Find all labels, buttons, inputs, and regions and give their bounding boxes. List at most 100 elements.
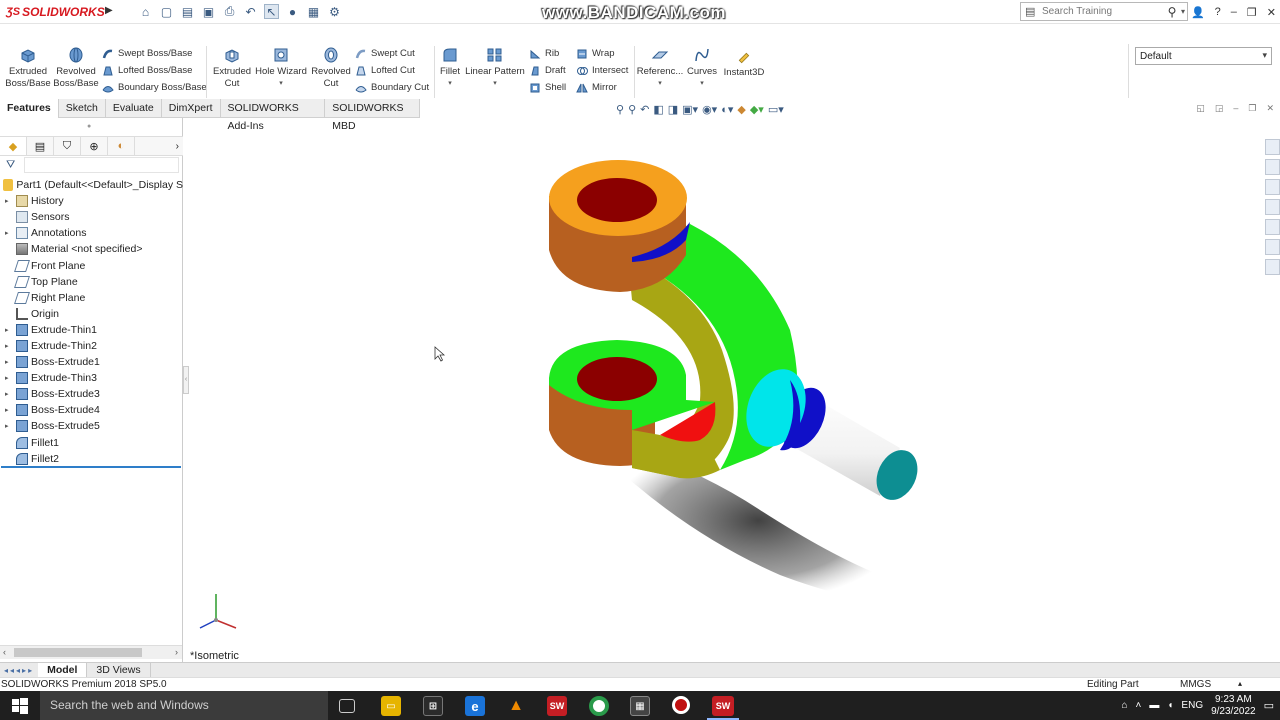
task-pane-forum-icon[interactable] [1265,259,1280,275]
units-chevron-up-icon[interactable]: ▴ [1238,679,1242,688]
tab-sketch[interactable]: Sketch [59,99,106,118]
linear-pattern-button[interactable]: Linear Pattern ▾ [464,46,526,90]
tab-3d-views[interactable]: 3D Views [87,662,151,678]
scenes-icon[interactable]: ◆▾ [750,103,764,116]
select-icon[interactable]: ↖ [264,4,279,19]
tree-item-origin[interactable]: Origin [0,306,183,322]
taskbar-clock[interactable]: 9:23 AM 9/23/2022 [1211,694,1256,718]
tab-model[interactable]: Model [38,662,88,678]
panel-grip-icon[interactable]: ● [87,123,91,130]
close-icon[interactable]: ✕ [1267,6,1276,19]
panel-expand-icon[interactable]: › [176,141,183,152]
draft-button[interactable]: Draft [529,62,566,79]
expand-arrow-icon[interactable]: ▸ [5,229,13,237]
expand-arrow-icon[interactable]: ▸ [5,197,13,205]
tree-item-extrude-thin1[interactable]: ▸ Extrude-Thin1 [0,322,183,338]
task-pane-resources-icon[interactable] [1265,159,1280,175]
user-icon[interactable]: 👤 [1191,6,1205,19]
panel-collapse-handle[interactable]: ‹ [183,366,189,394]
configuration-manager-tab-icon[interactable]: ⛉ [54,137,81,155]
revolved-boss-button[interactable]: Revolved Boss/Base [53,46,99,90]
filter-icon[interactable]: ⛛ [6,159,15,172]
language-indicator[interactable]: ENG [1181,700,1203,711]
linear-pattern-dropdown-icon[interactable]: ▾ [493,78,497,90]
solidworks-active-icon[interactable]: SW [712,696,734,716]
section-view-icon[interactable]: ◧ [653,103,663,116]
tree-item-history[interactable]: ▸ History [0,193,183,209]
tab-nav-icons[interactable]: ◂◂◂▸▸ [0,666,38,675]
tab-dimxpert[interactable]: DimXpert [162,99,221,118]
expand-arrow-icon[interactable]: ▸ [5,390,13,398]
tree-item-material-not-specified[interactable]: Material <not specified> [0,241,183,257]
shell-button[interactable]: Shell [529,79,566,96]
solidworks-app-icon[interactable]: SW [547,696,567,716]
file-explorer-icon[interactable]: ▭ [381,696,401,716]
tree-root-part[interactable]: Part1 (Default<<Default>_Display S [0,177,183,193]
rebuild-icon[interactable]: ● [285,4,300,19]
vlc-icon[interactable]: ▲ [506,696,526,716]
people-icon[interactable]: ⌂ [1121,700,1127,711]
tree-item-sensors[interactable]: Sensors [0,209,183,225]
tree-item-boss-extrude4[interactable]: ▸ Boss-Extrude4 [0,402,183,418]
hole-wizard-button[interactable]: Hole Wizard ▾ [254,46,308,90]
minimize-icon[interactable]: – [1231,6,1237,18]
undo-icon[interactable]: ↶ [243,4,258,19]
tray-chevron-up-icon[interactable]: ˄ [1136,700,1142,711]
doc-restore-icon[interactable]: ❐ [1248,103,1256,114]
expand-arrow-icon[interactable]: ▸ [5,342,13,350]
home-icon[interactable]: ⌂ [138,4,153,19]
expand-arrow-icon[interactable]: ▸ [5,406,13,414]
dynamic-annotation-icon[interactable]: ◨ [668,103,678,116]
swept-boss-button[interactable]: Swept Boss/Base [102,45,207,62]
zoom-area-icon[interactable]: ⚲ [628,103,636,116]
restore-icon[interactable]: ❐ [1247,6,1257,19]
extruded-boss-button[interactable]: Extruded Boss/Base [5,46,51,90]
zoom-to-fit-icon[interactable]: ⚲ [616,103,624,116]
hole-wizard-dropdown-icon[interactable]: ▾ [279,78,283,90]
display-manager-tab-icon[interactable]: ◐ [108,137,135,155]
tree-horizontal-scrollbar[interactable]: ‹ › [0,645,182,659]
open-icon[interactable]: ▤ [180,4,195,19]
task-pane-properties-icon[interactable] [1265,239,1280,255]
new-document-icon[interactable]: ▢ [159,4,174,19]
configuration-dropdown[interactable]: Default ▾ [1135,47,1272,65]
windows-start-icon[interactable] [12,698,28,714]
display-style-icon[interactable]: ◉▾ [702,103,717,116]
fillet-button[interactable]: Fillet ▾ [438,46,462,90]
task-view-icon[interactable] [339,699,355,713]
wrap-button[interactable]: Wrap [576,45,628,62]
fillet-dropdown-icon[interactable]: ▾ [448,78,452,90]
tree-item-boss-extrude3[interactable]: ▸ Boss-Extrude3 [0,386,183,402]
taskbar-search-box[interactable]: Search the web and Windows [40,691,328,720]
tree-item-fillet1[interactable]: Fillet1 [0,435,183,451]
task-pane-appearances-icon[interactable] [1265,219,1280,235]
scroll-thumb[interactable] [14,648,142,657]
property-manager-tab-icon[interactable]: ▤ [27,137,54,155]
curves-button[interactable]: Curves ▾ [685,46,719,90]
boundary-cut-button[interactable]: Boundary Cut [355,79,429,96]
units-selector[interactable]: MMGS [1180,679,1211,690]
tree-item-boss-extrude5[interactable]: ▸ Boss-Extrude5 [0,418,183,434]
tree-item-annotations[interactable]: ▸ Annotations [0,225,183,241]
search-icon[interactable]: ⚲ [1163,5,1181,19]
boundary-boss-button[interactable]: Boundary Boss/Base [102,79,207,96]
tree-item-top-plane[interactable]: Top Plane [0,274,183,290]
revolved-cut-button[interactable]: Revolved Cut [309,46,353,90]
edit-appearance-icon[interactable]: ◆ [737,103,745,116]
rib-button[interactable]: Rib [529,45,566,62]
graphics-viewport[interactable]: *Isometric [184,118,1264,662]
tab-evaluate[interactable]: Evaluate [106,99,162,118]
tree-item-extrude-thin3[interactable]: ▸ Extrude-Thin3 [0,370,183,386]
edge-browser-icon[interactable]: e [465,696,485,716]
tree-item-fillet2[interactable]: Fillet2 [0,451,183,467]
doc-cascade-icon[interactable]: ◲ [1215,103,1224,114]
record-icon[interactable] [672,696,690,714]
print-icon[interactable]: ⎙ [222,4,237,19]
save-icon[interactable]: ▣ [201,4,216,19]
lofted-cut-button[interactable]: Lofted Cut [355,62,429,79]
search-training-input[interactable]: ▤ Search Training ⚲ ▾ [1020,2,1188,21]
options-gear-icon[interactable]: ⚙ [327,4,342,19]
doc-tile-icon[interactable]: ◱ [1196,103,1205,114]
tab-features[interactable]: Features [0,99,59,118]
tree-item-right-plane[interactable]: Right Plane [0,290,183,306]
